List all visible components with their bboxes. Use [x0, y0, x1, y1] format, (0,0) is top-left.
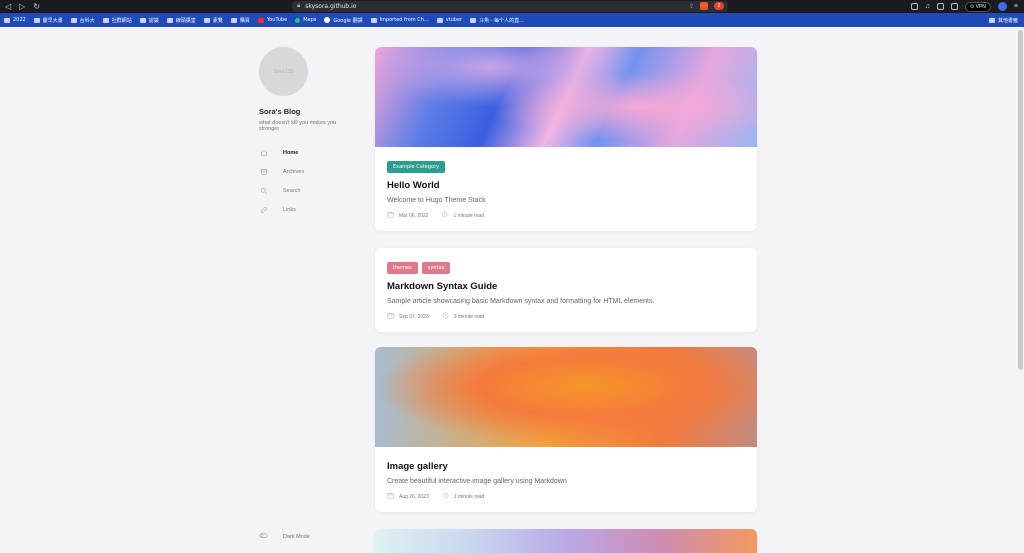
post-date: Sep 07, 2023 — [399, 313, 429, 320]
read-time: 3 minute read — [453, 313, 485, 320]
bookmark-item[interactable]: 素覽 — [203, 17, 223, 24]
category-tag[interactable]: Example Category — [387, 161, 446, 173]
home-icon — [259, 148, 268, 157]
forward-icon[interactable]: ▷ — [19, 2, 25, 11]
site-description: what doesn't kill you makes you stronger — [259, 120, 337, 132]
avatar[interactable]: Sora 150 — [259, 47, 308, 96]
profile-icon[interactable] — [997, 2, 1007, 11]
wallet-icon[interactable] — [951, 3, 959, 10]
calendar-icon — [387, 312, 394, 321]
dark-mode-toggle[interactable]: Dark Mode — [259, 531, 310, 542]
bookmark-item[interactable]: 斗魚 - 每个人的直... — [470, 17, 524, 24]
folder-icon — [33, 17, 40, 23]
post-date: Aug 26, 2023 — [399, 493, 429, 500]
bookmark-item[interactable]: 購買 — [230, 17, 250, 24]
folder-icon — [988, 18, 995, 23]
page-scrollbar[interactable] — [1018, 30, 1023, 370]
folder-icon — [166, 17, 173, 23]
post-title[interactable]: Markdown Syntax Guide — [387, 281, 745, 292]
bookmark-translate[interactable]: Google 翻譯 — [324, 17, 363, 24]
bookmark-youtube[interactable]: YouTube — [257, 17, 287, 23]
post-title[interactable]: Image gallery — [387, 461, 745, 472]
bookmark-item[interactable]: vtuber — [436, 17, 462, 23]
extensions-icon[interactable] — [910, 3, 918, 10]
bookmark-item[interactable]: Imported from Ch... — [370, 17, 429, 23]
bookmarks-bar: 2022 慶早大書 台科大 社群網站 認識 線頭講堂 素覽 購買 YouTube… — [0, 13, 1024, 27]
youtube-icon — [257, 17, 264, 23]
bookmark-item[interactable]: 台科大 — [70, 17, 95, 24]
bookmark-maps[interactable]: Maps — [295, 17, 316, 23]
sidebar-item-links[interactable]: Links — [259, 200, 354, 219]
music-icon[interactable]: ♫ — [925, 3, 930, 10]
post-card[interactable] — [375, 529, 757, 553]
folder-icon — [230, 17, 237, 23]
post-meta: Mar 06, 2022 1 minute read — [387, 211, 745, 220]
lock-icon: 🔒︎ — [297, 3, 301, 9]
bookmark-item[interactable]: 慶早大書 — [33, 17, 63, 24]
maps-icon — [295, 17, 301, 23]
address-bar[interactable]: 🔒︎ skysora.github.io ⇪ 2 — [292, 1, 728, 12]
calendar-icon — [387, 211, 394, 220]
folder-icon — [436, 17, 443, 23]
post-card[interactable]: Example Category Hello World Welcome to … — [375, 47, 757, 231]
clock-icon — [442, 492, 449, 501]
post-meta: Sep 07, 2023 3 minute read — [387, 312, 745, 321]
bookmark-item[interactable]: 2022 — [4, 17, 26, 23]
post-cover-image[interactable] — [375, 47, 757, 147]
search-icon — [259, 186, 268, 195]
sidebar-item-search[interactable]: Search — [259, 181, 354, 200]
post-card[interactable]: themes syntax Markdown Syntax Guide Samp… — [375, 248, 757, 332]
post-cover-image[interactable] — [375, 529, 757, 553]
post-date: Mar 06, 2022 — [399, 212, 429, 219]
folder-icon — [4, 17, 10, 23]
tag-badge[interactable]: themes — [387, 262, 418, 274]
folder-icon — [102, 17, 109, 23]
calendar-icon — [387, 492, 394, 501]
clock-icon — [442, 312, 449, 321]
read-time: 1 minute read — [453, 493, 485, 500]
post-cover-image[interactable] — [375, 347, 757, 447]
read-time: 1 minute read — [453, 212, 485, 219]
sidebar-item-archives[interactable]: Archives — [259, 162, 354, 181]
bookmark-item[interactable]: 社群網站 — [102, 17, 132, 24]
post-card[interactable]: Image gallery Create beautiful interacti… — [375, 347, 757, 512]
browser-toolbar: ◁ ▷ ↻ 🔒︎ skysora.github.io ⇪ 2 ♫ ⊙ VPN ≡ — [0, 0, 1024, 13]
toggle-icon — [259, 531, 268, 542]
reload-icon[interactable]: ↻ — [33, 2, 40, 11]
link-icon — [259, 205, 268, 214]
post-subtitle: Create beautiful interactive image galle… — [387, 478, 567, 485]
post-meta: Aug 26, 2023 1 minute read — [387, 492, 745, 501]
sidebar-item-home[interactable]: Home — [259, 143, 354, 162]
url-text: skysora.github.io — [305, 3, 357, 10]
bookmark-item[interactable]: 線頭講堂 — [166, 17, 196, 24]
tag-badge[interactable]: syntax — [421, 262, 451, 274]
site-name[interactable]: Sora's Blog — [259, 107, 354, 116]
folder-icon — [139, 17, 146, 23]
post-subtitle: Welcome to Hugo Theme Stack — [387, 197, 486, 204]
folder-icon — [370, 17, 377, 23]
bookmark-other[interactable]: 其他書籤 — [988, 17, 1018, 24]
folder-icon — [470, 17, 477, 23]
sidebar-menu: Home Archives Search Links — [259, 143, 354, 219]
menu-icon[interactable]: ≡ — [1014, 3, 1018, 10]
post-title[interactable]: Hello World — [387, 180, 745, 191]
folder-icon — [203, 17, 210, 23]
post-subtitle: Sample article showcasing basic Markdown… — [387, 298, 655, 305]
google-icon — [324, 17, 331, 23]
share-icon[interactable]: ⇪ — [689, 3, 694, 10]
bookmark-item[interactable]: 認識 — [139, 17, 159, 24]
archive-icon — [259, 167, 268, 176]
sidebar: Sora 150 Sora's Blog what doesn't kill y… — [259, 47, 354, 547]
brave-shields-icon[interactable] — [700, 2, 708, 10]
clock-icon — [441, 211, 448, 220]
folder-icon — [70, 17, 77, 23]
back-icon[interactable]: ◁ — [5, 2, 11, 11]
sidebar-toggle-icon[interactable] — [937, 3, 945, 10]
brave-rewards-badge[interactable]: 2 — [714, 2, 724, 10]
vpn-button[interactable]: ⊙ VPN — [965, 1, 991, 12]
